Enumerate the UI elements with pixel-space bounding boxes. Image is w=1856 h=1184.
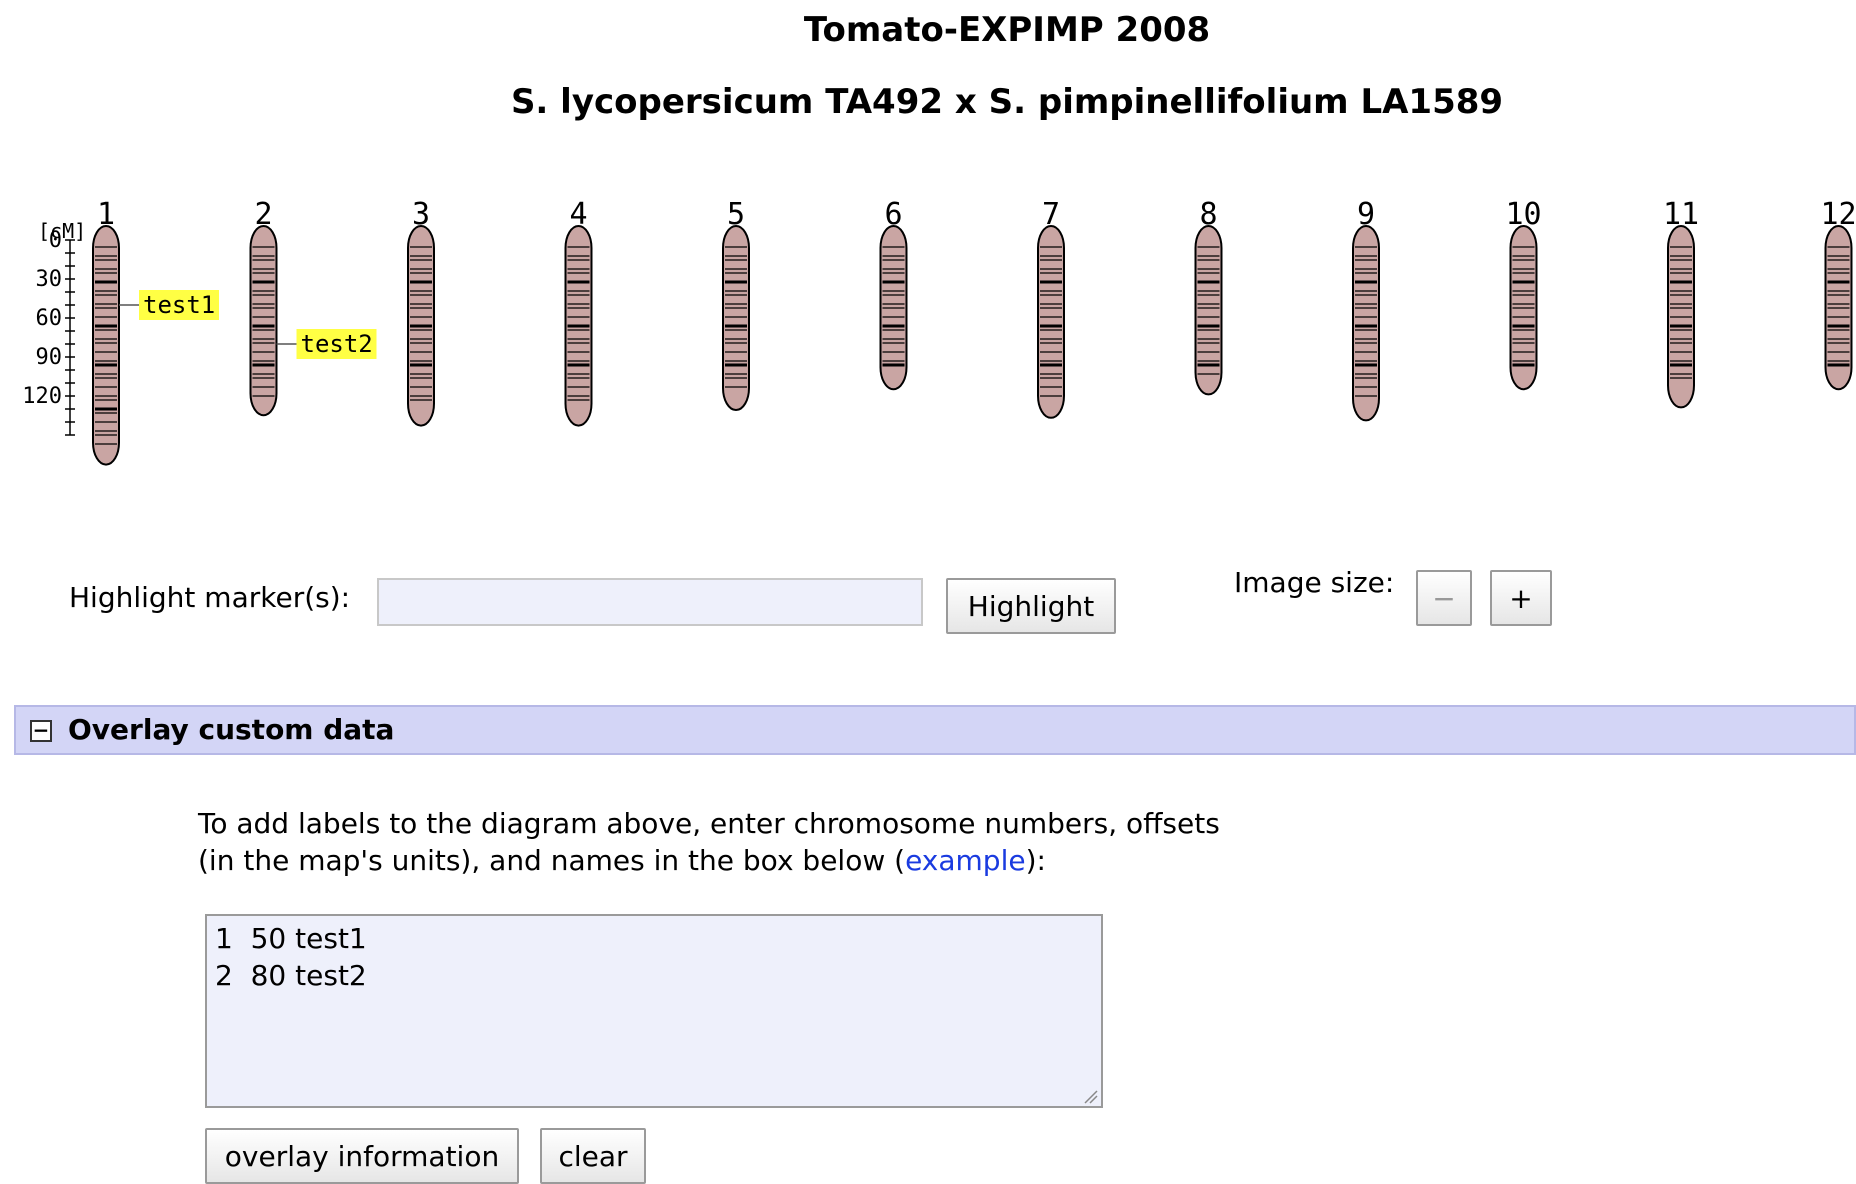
overlay-instructions: To add labels to the diagram above, ente… xyxy=(198,805,1398,879)
highlight-button[interactable]: Highlight xyxy=(946,578,1116,634)
highlight-markers-input[interactable] xyxy=(377,578,923,626)
collapse-toggle-icon[interactable]: − xyxy=(30,720,52,742)
instructions-line-1: To add labels to the diagram above, ente… xyxy=(198,807,1220,840)
overlay-label-test1[interactable]: test1 xyxy=(143,291,215,319)
instructions-end: ): xyxy=(1025,844,1046,877)
axis-tick-label: 60 xyxy=(36,306,63,331)
axis-unit-label: [cM] xyxy=(38,219,86,243)
instructions-line-2: (in the map's units), and names in the b… xyxy=(198,844,906,877)
axis-tick-label: 90 xyxy=(36,345,63,370)
chromosome-9[interactable] xyxy=(1352,225,1380,422)
overlay-section-header[interactable]: − Overlay custom data xyxy=(14,705,1856,755)
overlay-data-textarea[interactable]: 1 50 test1 2 80 test2 xyxy=(205,914,1103,1108)
example-link[interactable]: example xyxy=(905,844,1026,877)
overlay-section-title[interactable]: Overlay custom data xyxy=(68,713,394,746)
zoom-in-button[interactable]: + xyxy=(1490,570,1552,626)
axis-tick-label: 0 xyxy=(49,228,62,253)
chromosome-5[interactable] xyxy=(722,225,750,411)
chromosome-8[interactable] xyxy=(1194,225,1223,396)
map-subtitle: S. lycopersicum TA492 x S. pimpinellifol… xyxy=(510,82,1504,122)
image-size-label: Image size: xyxy=(1234,566,1395,599)
chromosome-1[interactable] xyxy=(92,225,120,466)
resize-grip-icon[interactable] xyxy=(1082,1088,1098,1104)
overlay-information-button[interactable]: overlay information xyxy=(205,1128,519,1184)
axis-tick-label: 120 xyxy=(22,384,62,409)
clear-button[interactable]: clear xyxy=(540,1128,646,1184)
page-title: Tomato-EXPIMP 2008 xyxy=(803,10,1211,50)
highlight-markers-label: Highlight marker(s): xyxy=(69,581,351,614)
overlay-label-test2[interactable]: test2 xyxy=(301,330,373,358)
chromosome-map[interactable]: [cM]03060901201 2 3 4 5 6 7 8 9 10 11 12test1test2 xyxy=(0,190,1856,510)
chromosome-7[interactable] xyxy=(1037,225,1065,419)
axis-tick-label: 30 xyxy=(36,267,63,292)
zoom-out-button[interactable]: − xyxy=(1416,570,1472,626)
